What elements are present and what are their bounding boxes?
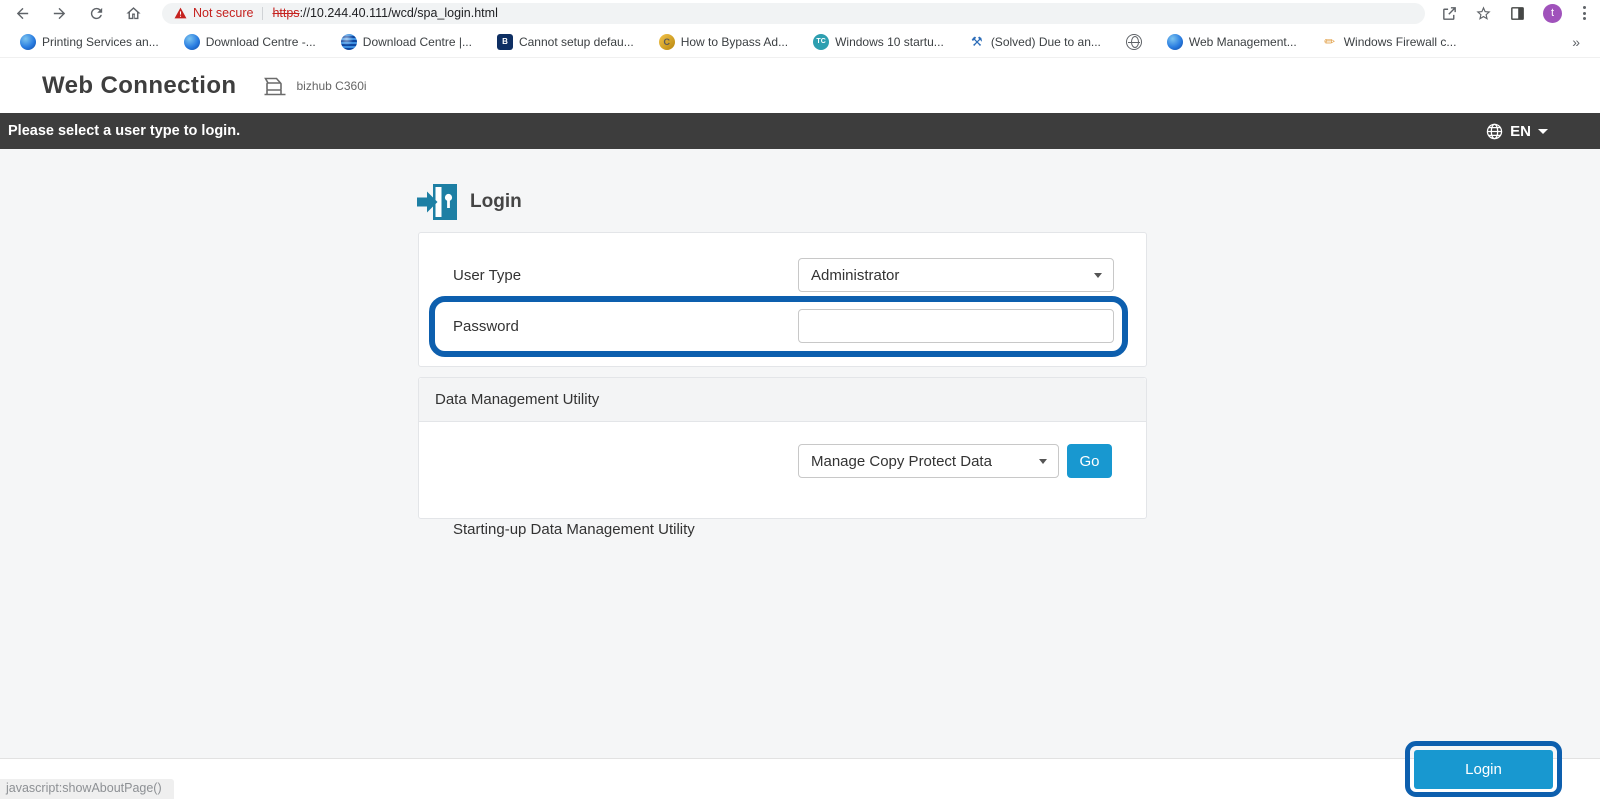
bookmark-item[interactable]: B Cannot setup defau... [496,33,634,50]
bookmark-item[interactable]: Download Centre |... [340,33,472,50]
browser-menu-icon[interactable] [1579,4,1590,22]
omnibox-divider [262,6,264,20]
bookmark-label: Windows 10 startu... [835,34,944,49]
device-name: bizhub C360i [296,78,367,93]
bookmark-item[interactable] [1125,33,1142,50]
profile-avatar[interactable]: t [1543,3,1562,23]
bookmark-item[interactable]: Web Management... [1166,33,1297,50]
forward-icon[interactable] [51,5,68,22]
bookmark-label: Cannot setup defau... [518,34,634,49]
login-form-card: User Type Administrator Password [418,232,1147,367]
bookmarks-list: Printing Services an... Download Centre -… [20,33,1568,50]
login-button[interactable]: Login [1414,750,1553,789]
not-secure-label: Not secure [193,6,254,20]
address-bar[interactable]: Not secure https://10.244.40.111/wcd/spa… [162,2,1425,24]
language-selector[interactable]: EN [1486,123,1548,140]
globe-striped-icon [340,33,357,50]
status-text: javascript:showAboutPage() [0,779,174,799]
bookmark-star-icon[interactable] [1475,5,1492,22]
globe-icon [1486,123,1503,139]
browser-toolbar: Not secure https://10.244.40.111/wcd/spa… [0,0,1600,26]
refresh-icon[interactable] [88,5,105,22]
go-button[interactable]: Go [1067,444,1112,478]
login-banner: Please select a user type to login. EN [0,113,1600,149]
site-header: Web Connection bizhub C360i [0,58,1600,113]
printer-icon [264,77,286,95]
pencil-icon: ✏ [1324,33,1336,49]
device-info: bizhub C360i [262,74,367,98]
url-text: https://10.244.40.111/wcd/spa_login.html [272,6,497,20]
bookmark-label: Printing Services an... [42,34,159,49]
browser-window: Not secure https://10.244.40.111/wcd/spa… [0,0,1600,812]
teal-circle-icon: TC [813,33,830,50]
bookmarks-overflow-chevron[interactable]: » [1568,34,1584,50]
dmu-label: Starting-up Data Management Utility [453,521,695,538]
bookmark-label: Web Management... [1188,34,1297,49]
back-icon[interactable] [14,5,31,22]
gold-badge-icon: C [658,33,675,50]
url-rest: ://10.244.40.111/wcd/spa_login.html [299,6,498,20]
select-caret-icon [1039,459,1047,464]
globe-blue-icon [1166,33,1183,50]
login-heading: Login [417,184,522,220]
password-input[interactable] [798,309,1114,343]
globe-blue-icon [20,33,36,50]
globe-blue-icon [183,33,200,50]
select-caret-icon [1094,273,1102,278]
dmu-select[interactable]: Manage Copy Protect Data [798,444,1059,478]
bookmark-label: (Solved) Due to an... [990,34,1101,49]
user-type-label: User Type [453,267,522,284]
chevron-down-icon [1538,128,1548,134]
share-icon[interactable] [1441,5,1458,22]
navy-square-icon: B [496,33,513,50]
warning-triangle-icon [174,7,187,19]
bookmark-label: Download Centre -... [205,34,316,49]
page-title: Login [470,191,522,212]
bookmark-label: How to Bypass Ad... [680,34,789,49]
blue-tool-icon: ⚒ [970,33,983,49]
side-panel-icon[interactable] [1509,5,1526,22]
bookmark-label: Windows Firewall c... [1343,34,1457,49]
home-icon[interactable] [125,5,142,22]
bookmark-item[interactable]: TC Windows 10 startu... [813,33,944,50]
bookmark-item[interactable]: Printing Services an... [20,33,159,50]
data-management-header: Data Management Utility [419,378,1146,422]
toolbar-right-cluster: t [1441,3,1590,23]
user-type-value: Administrator [811,266,900,284]
banner-message: Please select a user type to login. [8,123,241,139]
dmu-select-value: Manage Copy Protect Data [811,452,992,470]
bookmarks-bar: Printing Services an... Download Centre -… [0,26,1600,58]
password-label: Password [453,318,519,335]
data-management-card: Data Management Utility Starting-up Data… [418,377,1147,538]
login-door-icon [417,184,457,220]
user-type-select[interactable]: Administrator [798,258,1114,292]
bookmark-item[interactable]: C How to Bypass Ad... [658,33,789,50]
bookmark-item[interactable]: ⚒ (Solved) Due to an... [969,34,1101,50]
bookmark-item[interactable]: Download Centre -... [183,33,316,50]
gray-globe-icon [1125,33,1142,50]
bookmark-label: Download Centre |... [362,34,472,49]
footer-bar [0,758,1600,812]
language-code: EN [1510,122,1531,140]
bookmark-item[interactable]: ✏ Windows Firewall c... [1322,33,1457,50]
web-connection-logo: Web Connection [42,71,237,99]
url-scheme: https [272,6,300,20]
